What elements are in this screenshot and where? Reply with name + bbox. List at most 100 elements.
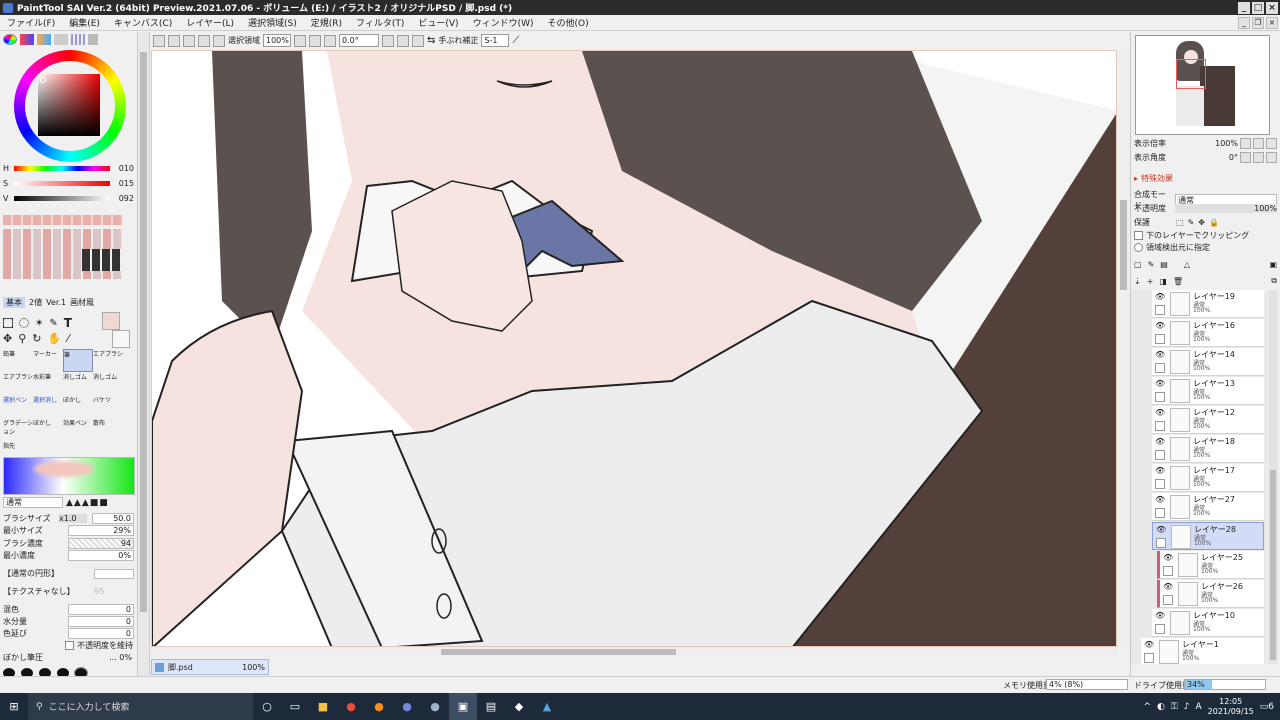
sv-square[interactable] bbox=[38, 74, 100, 136]
taskbar-search[interactable]: ⚲ ここに入力して検索 bbox=[28, 693, 253, 720]
layer-select-checkbox[interactable] bbox=[1155, 479, 1165, 489]
rotate-left-icon[interactable] bbox=[382, 34, 394, 47]
shape-strength[interactable] bbox=[94, 568, 134, 579]
discord-icon[interactable]: ● bbox=[393, 693, 421, 720]
notification-icon[interactable]: ▭6 bbox=[1260, 702, 1274, 712]
lasso-icon[interactable] bbox=[19, 318, 29, 328]
v-slider[interactable] bbox=[14, 196, 110, 201]
rotate-reset-icon[interactable] bbox=[412, 34, 424, 47]
move-icon[interactable]: ✥ bbox=[3, 332, 12, 345]
layer-item[interactable]: 👁 レイヤー16 通常 100% bbox=[1152, 319, 1264, 347]
tool-effect-pen[interactable]: 効果ペン bbox=[63, 418, 93, 441]
layer-select-checkbox[interactable] bbox=[1155, 363, 1165, 373]
eye-icon[interactable]: 👁 bbox=[1155, 612, 1165, 620]
new-pen-layer-icon[interactable]: ✎ bbox=[1148, 260, 1155, 269]
firefox-icon[interactable]: ● bbox=[365, 693, 393, 720]
layer-item-selected[interactable]: 👁 レイヤー28 通常 100% bbox=[1152, 522, 1264, 550]
tool-gradation[interactable]: グラデーション bbox=[3, 418, 33, 441]
sv-cursor[interactable] bbox=[40, 77, 46, 83]
eye-icon[interactable]: 👁 bbox=[1155, 438, 1165, 446]
layer-item[interactable]: 👁 レイヤー18 通常 100% bbox=[1152, 435, 1264, 463]
nav-rotate-left-icon[interactable] bbox=[1240, 152, 1251, 163]
magic-wand-icon[interactable]: ✶ bbox=[35, 318, 43, 329]
zoom-field[interactable]: 100% bbox=[263, 34, 291, 47]
drawing-canvas[interactable] bbox=[151, 50, 1117, 647]
canvas-horizontal-scrollbar[interactable] bbox=[151, 647, 1117, 657]
hue-ring[interactable] bbox=[14, 50, 126, 162]
new-folder-icon[interactable]: ▤ bbox=[1160, 260, 1168, 269]
text-tool-icon[interactable]: T bbox=[64, 316, 72, 330]
layer-panel-menu-icon[interactable]: ⧉ bbox=[1271, 276, 1277, 286]
new-mask-icon[interactable]: △ bbox=[1184, 260, 1190, 269]
protect-move-icon[interactable]: ✥ bbox=[1198, 218, 1205, 227]
brush-tip-shapes[interactable]: ▲▲▲■■ bbox=[66, 498, 109, 508]
eye-icon[interactable]: 👁 bbox=[1155, 293, 1165, 301]
menu-window[interactable]: ウィンドウ(W) bbox=[466, 16, 541, 29]
density-value[interactable]: 94 bbox=[68, 538, 134, 549]
color-wheel-mode-icon[interactable] bbox=[3, 34, 17, 45]
tool-select-erase[interactable]: 選択消し bbox=[33, 395, 63, 418]
eye-icon[interactable]: 👁 bbox=[1155, 351, 1165, 359]
left-panel-scrollbar[interactable] bbox=[138, 32, 150, 690]
zoom-in-icon[interactable] bbox=[309, 34, 321, 47]
texture-select[interactable]: 【テクスチャなし】 bbox=[3, 586, 83, 597]
tool-eraser-2[interactable]: 消しゴム bbox=[93, 372, 123, 395]
navigator-preview[interactable] bbox=[1135, 35, 1270, 135]
stretch-value[interactable]: 0 bbox=[68, 628, 134, 639]
layer-item-clipped[interactable]: 👁 レイヤー25 通常 100% bbox=[1157, 551, 1264, 579]
nav-rotate-reset-icon[interactable] bbox=[1266, 152, 1277, 163]
eye-icon[interactable]: 👁 bbox=[1155, 496, 1165, 504]
selection-visibility-icon[interactable] bbox=[213, 34, 225, 47]
eye-icon[interactable]: 👁 bbox=[1144, 641, 1154, 649]
rotate-right-icon[interactable] bbox=[397, 34, 409, 47]
protect-pen-icon[interactable]: ✎ bbox=[1188, 218, 1195, 227]
invert-select-icon[interactable] bbox=[198, 34, 210, 47]
new-layer-icon[interactable]: ▢ bbox=[1134, 260, 1142, 269]
nav-zoom-reset-icon[interactable] bbox=[1266, 138, 1277, 149]
menu-filter[interactable]: フィルタ(T) bbox=[349, 16, 411, 29]
tray-chevron-icon[interactable]: ^ bbox=[1143, 702, 1151, 712]
shape-select[interactable]: 【通常の円形】 bbox=[3, 568, 83, 579]
brush-size-value[interactable]: 50.0 bbox=[92, 513, 134, 524]
steam-icon[interactable]: ● bbox=[421, 693, 449, 720]
select-pen-icon[interactable]: ✎ bbox=[49, 318, 57, 329]
menu-canvas[interactable]: キャンバス(C) bbox=[107, 16, 179, 29]
keep-opacity-checkbox[interactable] bbox=[65, 641, 74, 650]
layer-select-checkbox[interactable] bbox=[1155, 305, 1165, 315]
layer-item[interactable]: 👁 レイヤー14 通常 100% bbox=[1152, 348, 1264, 376]
eye-icon[interactable]: 👁 bbox=[1156, 526, 1166, 534]
document-tab[interactable]: 脚.psd 100% bbox=[151, 659, 269, 675]
hsv-slider-mode-icon[interactable] bbox=[37, 34, 51, 45]
blur-pressure-value[interactable]: ... 0% bbox=[68, 653, 134, 662]
layer-item[interactable]: 👁 レイヤー13 通常 100% bbox=[1152, 377, 1264, 405]
layer-item[interactable]: 👁 レイヤー17 通常 100% bbox=[1152, 464, 1264, 492]
layer-select-checkbox[interactable] bbox=[1163, 566, 1173, 576]
layer-item[interactable]: 👁 レイヤー1 通常 100% bbox=[1141, 638, 1264, 664]
layer-select-checkbox[interactable] bbox=[1156, 538, 1166, 548]
texture-strength[interactable]: 95 bbox=[94, 587, 134, 596]
menu-file[interactable]: ファイル(F) bbox=[0, 16, 62, 29]
hand-icon[interactable]: ✋ bbox=[48, 332, 62, 345]
merge-down-icon[interactable]: + bbox=[1147, 277, 1154, 286]
tool-blur-2[interactable]: ぼかし bbox=[33, 418, 63, 441]
tool-bucket[interactable]: バケツ bbox=[93, 395, 123, 418]
tool-select-pen[interactable]: 選択ペン bbox=[3, 395, 33, 418]
clock[interactable]: 12:05 2021/09/15 bbox=[1208, 697, 1254, 717]
eye-icon[interactable]: 👁 bbox=[1155, 409, 1165, 417]
zoom-icon[interactable]: ⚲ bbox=[18, 332, 26, 345]
scratch-mode-icon[interactable] bbox=[88, 34, 98, 45]
chrome-icon[interactable]: ● bbox=[337, 693, 365, 720]
layer-item[interactable]: 👁 レイヤー12 通常 100% bbox=[1152, 406, 1264, 434]
angle-field[interactable]: 0.0° bbox=[339, 34, 379, 47]
brush-size-mult[interactable]: x1.0 bbox=[59, 514, 87, 523]
stabilizer-select[interactable]: S-1 bbox=[481, 34, 510, 47]
app-icon[interactable]: ▲ bbox=[533, 693, 561, 720]
eyedropper-icon[interactable]: ⁄ bbox=[67, 332, 69, 345]
transfer-down-icon[interactable]: ⇣ bbox=[1134, 277, 1141, 286]
s-slider[interactable] bbox=[14, 181, 110, 186]
delete-layer-icon[interactable]: 🗑 bbox=[1173, 277, 1183, 286]
detect-radio[interactable] bbox=[1134, 243, 1143, 252]
nav-rotate-right-icon[interactable] bbox=[1253, 152, 1264, 163]
menu-other[interactable]: その他(O) bbox=[541, 16, 596, 29]
task-view-icon[interactable]: ▭ bbox=[281, 693, 309, 720]
